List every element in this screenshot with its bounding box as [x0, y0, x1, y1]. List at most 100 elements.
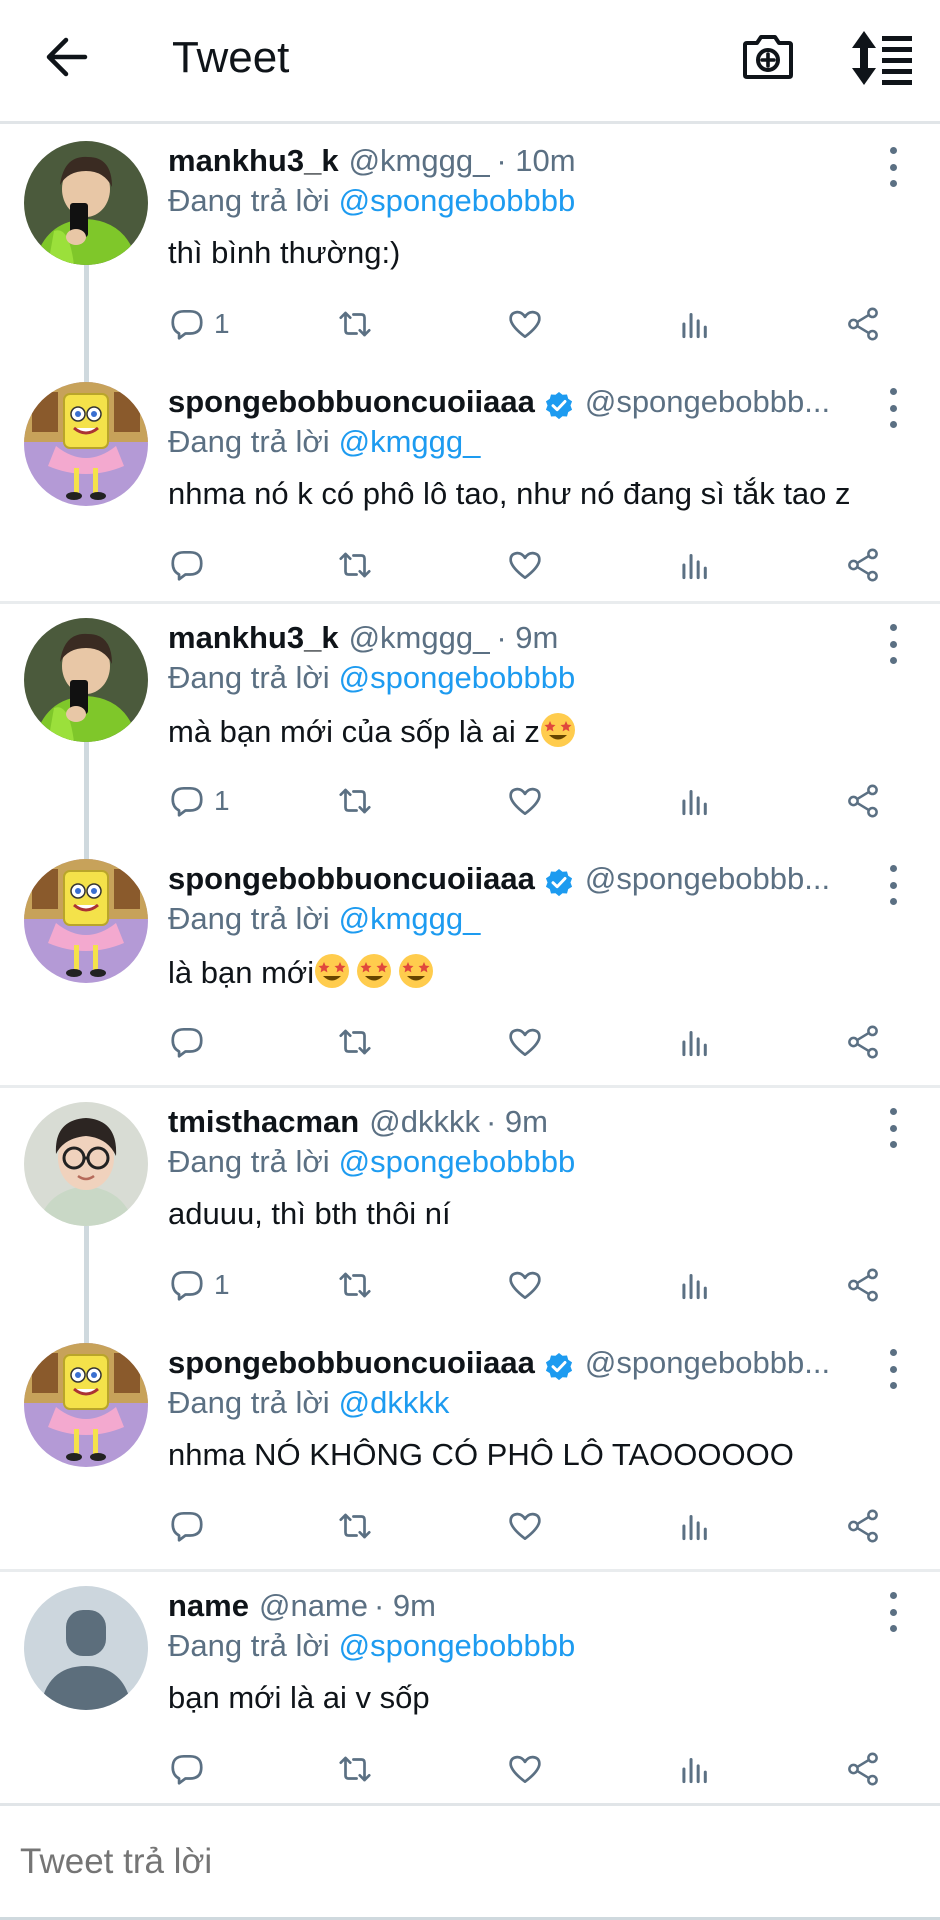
avatar[interactable]	[24, 382, 148, 506]
sort-button[interactable]	[848, 28, 916, 88]
reply-button[interactable]	[168, 540, 206, 590]
mention-link[interactable]: @spongebobbbb	[339, 1144, 576, 1179]
like-button[interactable]	[506, 1744, 544, 1794]
mention-link[interactable]: @kmggg_	[339, 901, 481, 936]
heart-icon	[509, 551, 541, 580]
mention-link[interactable]: @dkkkk	[339, 1385, 450, 1420]
analytics-button[interactable]	[676, 299, 714, 349]
display-name[interactable]: mankhu3_k	[168, 620, 339, 656]
display-name[interactable]: tmisthacman	[168, 1104, 359, 1140]
more-options-button[interactable]	[886, 1108, 900, 1148]
user-handle[interactable]: @dkkkk	[369, 1104, 480, 1140]
share-button[interactable]	[844, 1260, 882, 1310]
mention-link[interactable]: @spongebobbbb	[339, 660, 576, 695]
share-button[interactable]	[844, 1744, 882, 1794]
tweet[interactable]: mankhu3_k @kmggg_ · 10m Đang trả lời @spo…	[0, 127, 940, 368]
analytics-button[interactable]	[676, 1017, 714, 1067]
display-name[interactable]: spongebobbuoncuoiiaaa	[168, 384, 535, 420]
display-name[interactable]: spongebobbuoncuoiiaaa	[168, 1345, 535, 1381]
tweet[interactable]: spongebobbuoncuoiiaaa @spongebobbb... Đa…	[0, 1329, 940, 1570]
share-button[interactable]	[844, 299, 882, 349]
retweet-icon	[339, 311, 371, 337]
like-button[interactable]	[506, 776, 544, 826]
share-button[interactable]	[844, 540, 882, 590]
tweet[interactable]: name @name · 9m Đang trả lời @spongebobbb…	[0, 1572, 940, 1813]
tweet[interactable]: tmisthacman @dkkkk · 9m Đang trả lời @spo…	[0, 1088, 940, 1329]
share-icon	[848, 1752, 878, 1786]
avatar[interactable]	[24, 1102, 148, 1226]
more-options-button[interactable]	[886, 1349, 900, 1389]
timestamp: · 9m	[496, 620, 559, 655]
tweet-header: mankhu3_k @kmggg_ · 10m	[168, 143, 870, 187]
tweet-text: bạn mới là ai v sốp	[168, 1680, 430, 1715]
tweet-header: spongebobbuoncuoiiaaa @spongebobbb...	[168, 861, 870, 905]
like-button[interactable]	[506, 540, 544, 590]
reply-button[interactable]: 1	[168, 299, 230, 349]
reply-button[interactable]: 1	[168, 776, 230, 826]
analytics-button[interactable]	[676, 1744, 714, 1794]
analytics-button[interactable]	[676, 540, 714, 590]
more-options-button[interactable]	[886, 624, 900, 664]
retweet-button[interactable]	[336, 540, 374, 590]
reply-icon	[171, 1027, 203, 1058]
display-name[interactable]: mankhu3_k	[168, 143, 339, 179]
more-options-button[interactable]	[886, 865, 900, 905]
reply-button[interactable]: 1	[168, 1260, 230, 1310]
mention-link[interactable]: @spongebobbbb	[339, 1628, 576, 1663]
display-name[interactable]: name	[168, 1588, 249, 1624]
tweet[interactable]: mankhu3_k @kmggg_ · 9m Đang trả lời @spon…	[0, 604, 940, 845]
replying-to: Đang trả lời @dkkkk	[168, 1385, 449, 1421]
avatar[interactable]	[24, 1343, 148, 1467]
tweet-text: aduuu, thì bth thôi ní	[168, 1196, 451, 1231]
avatar[interactable]	[24, 141, 148, 265]
share-button[interactable]	[844, 1017, 882, 1067]
reply-button[interactable]	[168, 1501, 206, 1551]
user-handle[interactable]: @spongebobbb...	[585, 861, 830, 897]
reply-icon	[171, 1754, 203, 1785]
share-button[interactable]	[844, 1501, 882, 1551]
like-button[interactable]	[506, 1017, 544, 1067]
share-button[interactable]	[844, 776, 882, 826]
top-bar: Tweet	[0, 0, 940, 124]
reply-icon	[171, 786, 203, 817]
user-handle[interactable]: @spongebobbb...	[585, 384, 830, 420]
tweet[interactable]: spongebobbuoncuoiiaaa @spongebobbb... Đa…	[0, 845, 940, 1086]
retweet-button[interactable]	[336, 299, 374, 349]
default-avatar[interactable]	[24, 1586, 148, 1710]
retweet-icon	[339, 1756, 371, 1782]
retweet-button[interactable]	[336, 776, 374, 826]
mention-link[interactable]: @kmggg_	[339, 424, 481, 459]
user-handle[interactable]: @kmggg_	[349, 143, 491, 179]
like-button[interactable]	[506, 1501, 544, 1551]
retweet-button[interactable]	[336, 1260, 374, 1310]
more-options-button[interactable]	[886, 147, 900, 187]
reply-button[interactable]	[168, 1017, 206, 1067]
analytics-button[interactable]	[676, 776, 714, 826]
back-button[interactable]	[36, 24, 96, 90]
user-handle[interactable]: @spongebobbb...	[585, 1345, 830, 1381]
more-options-button[interactable]	[886, 1592, 900, 1632]
user-handle[interactable]: @kmggg_	[349, 620, 491, 656]
like-button[interactable]	[506, 299, 544, 349]
analytics-button[interactable]	[676, 1501, 714, 1551]
reply-input[interactable]	[20, 1842, 900, 1882]
retweet-button[interactable]	[336, 1501, 374, 1551]
tweet-actions	[168, 1744, 888, 1794]
display-name[interactable]: spongebobbuoncuoiiaaa	[168, 861, 535, 897]
tweet[interactable]: spongebobbuoncuoiiaaa @spongebobbb... Đa…	[0, 368, 940, 609]
user-handle[interactable]: @name	[259, 1588, 368, 1624]
avatar[interactable]	[24, 618, 148, 742]
camera-button[interactable]	[738, 28, 798, 88]
reply-compose-bar	[0, 1803, 940, 1920]
verified-badge-icon	[545, 1353, 572, 1381]
reply-button[interactable]	[168, 1744, 206, 1794]
retweet-button[interactable]	[336, 1017, 374, 1067]
mention-link[interactable]: @spongebobbbb	[339, 183, 576, 218]
retweet-button[interactable]	[336, 1744, 374, 1794]
analytics-button[interactable]	[676, 1260, 714, 1310]
verified-badge-icon	[545, 869, 572, 897]
tweet-header: tmisthacman @dkkkk · 9m	[168, 1104, 870, 1148]
more-options-button[interactable]	[886, 388, 900, 428]
like-button[interactable]	[506, 1260, 544, 1310]
avatar[interactable]	[24, 859, 148, 983]
